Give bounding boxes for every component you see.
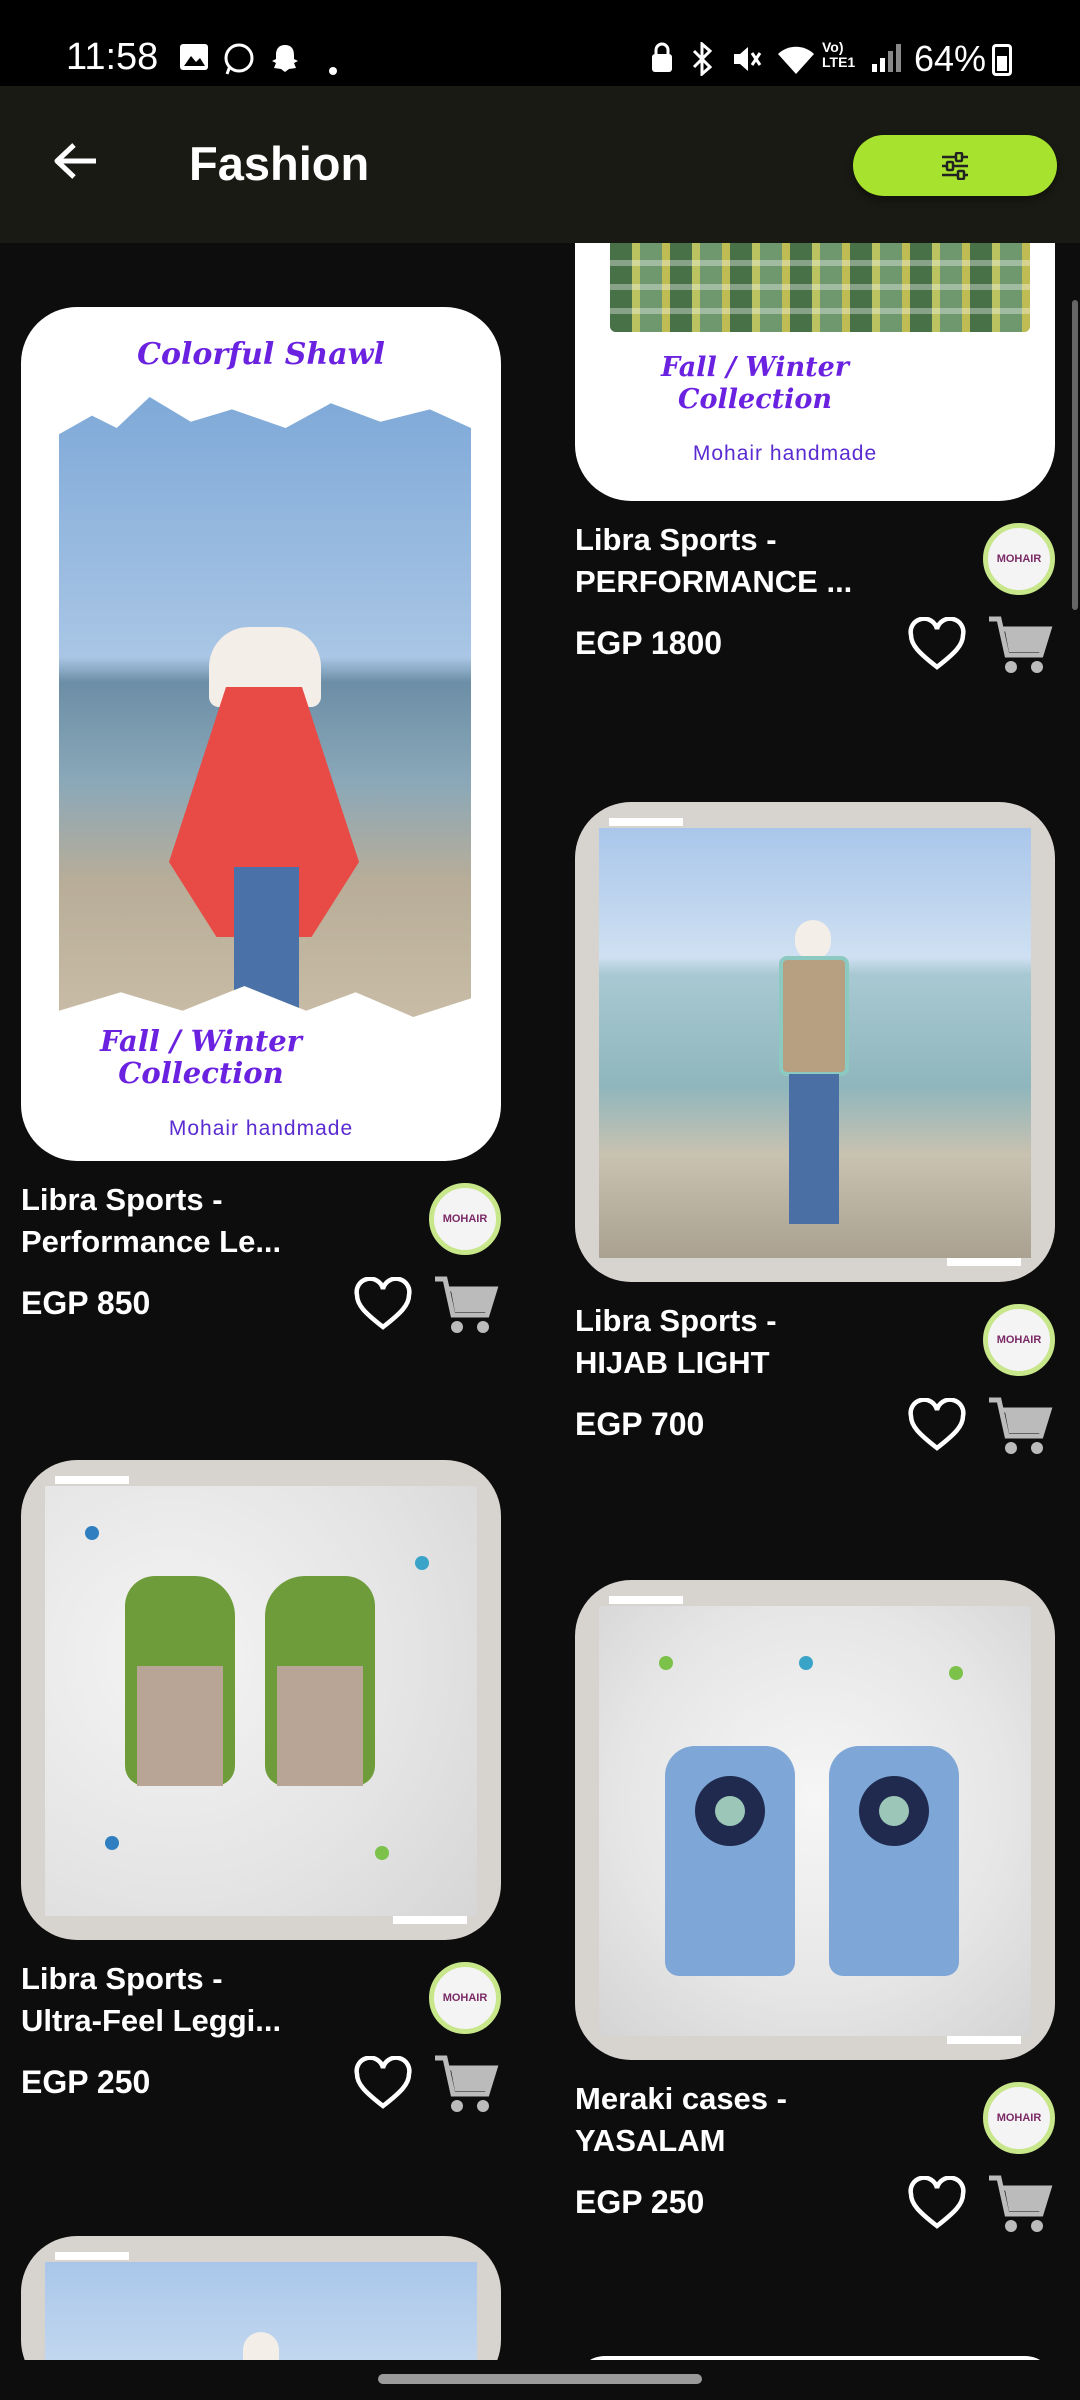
gallery-icon <box>178 42 210 78</box>
seller-logo-text: MOHAIR <box>996 2112 1042 2124</box>
cart-icon <box>989 1397 1053 1454</box>
product-card[interactable]: Colorful Shawl Fall / Winter Collection … <box>21 307 501 1333</box>
product-price: EGP 700 <box>575 1406 705 1442</box>
product-image[interactable]: Fall / Winter Collection Mohair handmade <box>575 243 1055 501</box>
seller-logo-text: MOHAIR <box>996 1334 1042 1346</box>
product-image[interactable] <box>575 802 1055 1282</box>
seller-logo-text: MOHAIR <box>996 553 1042 565</box>
seller-logo[interactable]: MOHAIR <box>429 1183 501 1255</box>
page-title: Fashion <box>189 137 370 190</box>
product-image[interactable] <box>21 1460 501 1940</box>
favorite-button[interactable] <box>907 616 967 673</box>
heart-icon <box>908 616 966 670</box>
status-time: 11:58 <box>66 36 159 78</box>
image-collection-text: Fall / Winter Collection <box>661 352 849 415</box>
snapchat-icon <box>268 42 302 82</box>
seller-logo-text: MOHAIR <box>442 1992 488 2004</box>
product-card[interactable] <box>21 2236 501 2360</box>
seller-logo[interactable]: MOHAIR <box>983 1304 1055 1376</box>
product-grid: Fall / Winter Collection Mohair handmade… <box>0 243 1080 2360</box>
cart-icon <box>989 2175 1053 2232</box>
home-indicator[interactable] <box>378 2374 702 2384</box>
product-image[interactable] <box>575 2356 1055 2360</box>
favorite-button[interactable] <box>907 2175 967 2232</box>
lock-icon <box>650 42 674 80</box>
whatsapp-icon <box>222 42 256 82</box>
add-to-cart-button[interactable] <box>987 1396 1053 1458</box>
heart-icon <box>908 2175 966 2229</box>
image-brand-text: Mohair handmade <box>692 442 878 465</box>
arrow-left-icon <box>54 143 96 179</box>
sliders-icon <box>942 151 968 180</box>
wifi-icon <box>776 42 816 82</box>
back-button[interactable] <box>40 126 110 196</box>
product-image[interactable]: Colorful Shawl Fall / Winter Collection … <box>21 307 501 1161</box>
scrollbar[interactable] <box>1072 300 1078 610</box>
seller-logo[interactable]: MOHAIR <box>983 523 1055 595</box>
image-brand-text: Mohair handmade <box>168 1117 354 1140</box>
add-to-cart-button[interactable] <box>433 2054 499 2116</box>
heart-icon <box>354 2055 412 2109</box>
filter-button[interactable] <box>853 135 1057 196</box>
product-title[interactable]: Libra Sports - Ultra-Feel Leggi... <box>21 1958 401 2042</box>
favorite-button[interactable] <box>353 2055 413 2112</box>
seller-logo[interactable]: MOHAIR <box>429 1962 501 2034</box>
product-title[interactable]: Libra Sports - PERFORMANCE ... <box>575 519 955 603</box>
add-to-cart-button[interactable] <box>987 615 1053 677</box>
product-card[interactable]: Libra Sports - HIJAB LIGHT MOHAIR EGP 70… <box>575 802 1055 1454</box>
product-image[interactable] <box>575 1580 1055 2060</box>
mute-icon <box>730 42 764 82</box>
product-card[interactable]: Fall / Winter Collection Mohair handmade… <box>575 243 1055 673</box>
image-title-text: Colorful Shawl <box>137 337 385 372</box>
bluetooth-icon <box>690 40 714 82</box>
product-title[interactable]: Libra Sports - Performance Le... <box>21 1179 401 1263</box>
battery-icon <box>992 44 1012 76</box>
favorite-button[interactable] <box>353 1276 413 1333</box>
heart-icon <box>354 1276 412 1330</box>
cart-icon <box>435 2055 499 2112</box>
product-card[interactable] <box>575 2356 1055 2360</box>
dot-icon <box>328 52 338 82</box>
add-to-cart-button[interactable] <box>433 1275 499 1337</box>
product-card[interactable]: Libra Sports - Ultra-Feel Leggi... MOHAI… <box>21 1460 501 2112</box>
seller-logo[interactable]: MOHAIR <box>983 2082 1055 2154</box>
heart-icon <box>908 1397 966 1451</box>
signal-icon <box>870 42 902 80</box>
product-title[interactable]: Meraki cases - YASALAM <box>575 2078 955 2162</box>
volte-icon: Vo) LTE1 <box>822 39 856 70</box>
product-card[interactable]: Meraki cases - YASALAM MOHAIR EGP 250 <box>575 1580 1055 2232</box>
product-price: EGP 250 <box>21 2064 151 2100</box>
product-price: EGP 250 <box>575 2184 705 2220</box>
app-bar: Fashion <box>0 86 1080 243</box>
add-to-cart-button[interactable] <box>987 2174 1053 2236</box>
product-image[interactable] <box>21 2236 501 2360</box>
product-price: EGP 1800 <box>575 625 723 661</box>
cart-icon <box>989 616 1053 673</box>
favorite-button[interactable] <box>907 1397 967 1454</box>
product-title[interactable]: Libra Sports - HIJAB LIGHT <box>575 1300 955 1384</box>
product-price: EGP 850 <box>21 1285 151 1321</box>
battery-percentage: 64% <box>914 38 987 79</box>
seller-logo-text: MOHAIR <box>442 1213 488 1225</box>
image-collection-text: Fall / Winter Collection <box>100 1024 302 1090</box>
status-bar: 11:58 Vo) LTE1 64% <box>0 0 1080 86</box>
cart-icon <box>435 1276 499 1333</box>
